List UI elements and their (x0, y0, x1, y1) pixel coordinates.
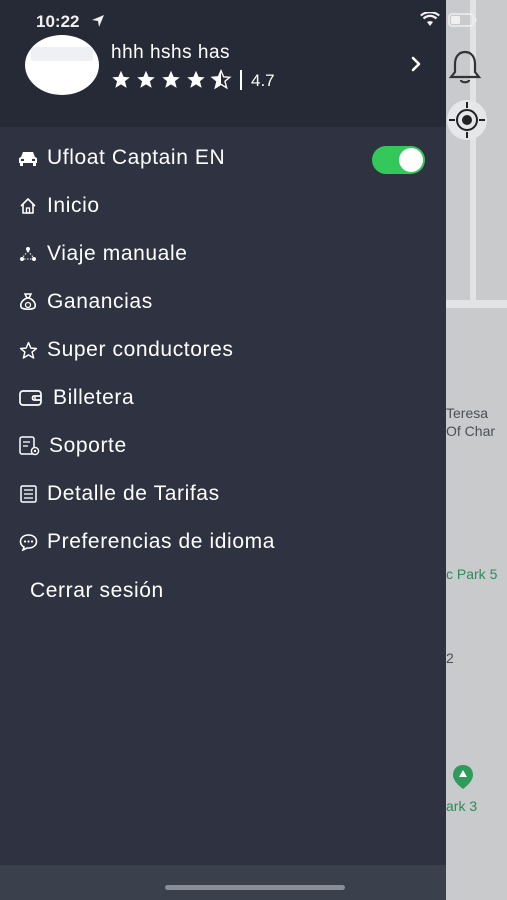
route-icon (18, 244, 38, 264)
bottom-bar (0, 865, 446, 900)
captain-mode-toggle[interactable] (372, 146, 425, 174)
menu-item-label: Preferencias de idioma (47, 530, 275, 553)
menu-item-label: Inicio (47, 194, 100, 217)
support-icon (18, 436, 40, 456)
bell-icon[interactable] (446, 48, 484, 88)
menu-item-captain-mode[interactable]: Ufloat Captain EN (18, 142, 225, 174)
menu-item-label: Soporte (49, 434, 127, 457)
toggle-knob (399, 148, 423, 172)
menu-item-label: Viaje manuale (47, 242, 188, 265)
logout-button[interactable]: Cerrar sesión (30, 575, 164, 607)
rating-stars (110, 69, 232, 90)
battery-icon (448, 13, 477, 27)
menu-item-viaje-manuale[interactable]: Viaje manuale (18, 238, 188, 270)
menu-item-detalle-tarifas[interactable]: Detalle de Tarifas (18, 478, 220, 510)
menu-item-preferencias-idioma[interactable]: Preferencias de idioma (18, 526, 275, 558)
menu-item-label: Ganancias (47, 290, 153, 313)
avatar-image (31, 47, 93, 61)
menu-item-super-conductores[interactable]: Super conductores (18, 334, 233, 366)
wifi-icon (420, 12, 440, 26)
status-indicators (420, 12, 478, 28)
star-icon (137, 70, 155, 88)
chevron-right-icon[interactable] (408, 55, 424, 73)
menu-item-label: Detalle de Tarifas (47, 482, 220, 505)
menu-item-label: Billetera (53, 386, 135, 409)
car-icon (18, 148, 38, 168)
side-drawer: 10:22 hhh hshs has 4.7 Ufloat Captain EN… (0, 0, 477, 865)
locate-icon[interactable] (445, 98, 489, 142)
chat-icon (18, 532, 38, 552)
rating-value: 4.7 (251, 71, 275, 90)
user-name: hhh hshs has (111, 42, 231, 63)
star-half-icon (210, 69, 232, 90)
money-bag-icon (18, 292, 38, 312)
star-outline-icon (18, 340, 38, 360)
menu-item-soporte[interactable]: Soporte (18, 430, 127, 462)
star-icon (187, 70, 205, 88)
map-pin-icon[interactable] (452, 764, 474, 790)
map-road (470, 0, 476, 300)
map-label: ark 3 (446, 798, 478, 814)
map-road (446, 300, 507, 308)
home-icon (18, 196, 38, 216)
map-label: Of Char (446, 423, 496, 439)
drawer-header[interactable]: 10:22 hhh hshs has 4.7 (0, 0, 477, 127)
avatar[interactable] (25, 35, 99, 95)
menu-item-label: Ufloat Captain EN (47, 146, 226, 169)
logout-label: Cerrar sesión (30, 579, 164, 602)
map-label: c Park 5 (446, 566, 498, 582)
star-icon (112, 70, 130, 88)
map-label: 2 (446, 650, 454, 666)
menu-item-billetera[interactable]: Billetera (18, 382, 134, 414)
wallet-icon (18, 388, 44, 408)
star-icon (162, 70, 180, 88)
rating-divider (240, 70, 242, 90)
menu-item-label: Super conductores (47, 338, 234, 361)
list-icon (18, 484, 38, 504)
menu-item-ganancias[interactable]: Ganancias (18, 286, 153, 318)
map-label: Teresa (446, 405, 489, 421)
home-indicator[interactable] (165, 885, 345, 890)
menu-item-inicio[interactable]: Inicio (18, 190, 100, 222)
status-time: 10:22 (36, 12, 80, 31)
location-arrow-icon (92, 15, 104, 27)
